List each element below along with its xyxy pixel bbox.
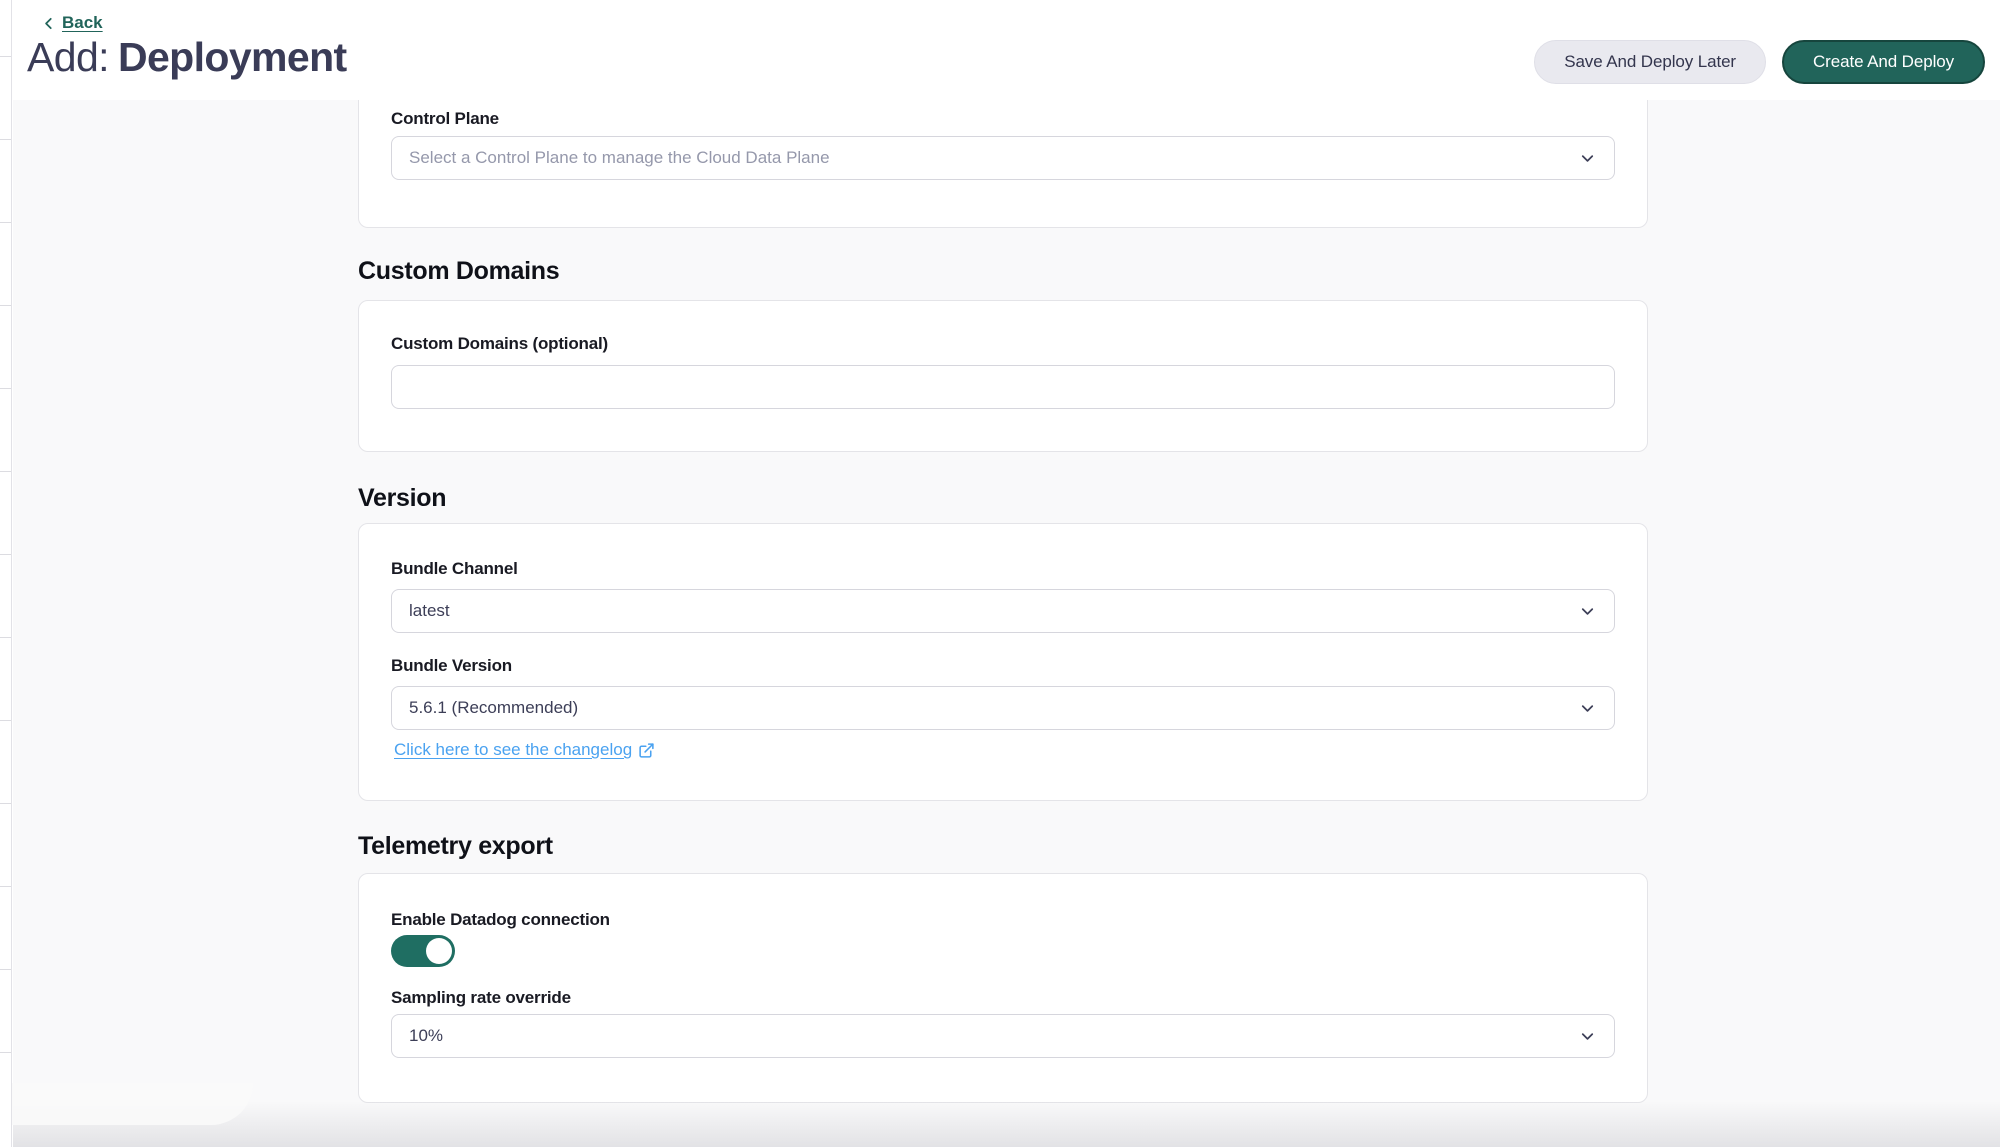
page-header: Back Add:Deployment Save And Deploy Late… — [13, 0, 2000, 100]
add-deployment-page: Back Add:Deployment Save And Deploy Late… — [0, 0, 2000, 1147]
chevron-down-icon — [1578, 699, 1597, 718]
custom-domains-card: Custom Domains (optional) — [358, 300, 1648, 452]
bundle-version-value: 5.6.1 (Recommended) — [409, 698, 578, 718]
chevron-down-icon — [1578, 602, 1597, 621]
control-plane-placeholder: Select a Control Plane to manage the Clo… — [409, 148, 830, 168]
form-column: Control Plane Select a Control Plane to … — [358, 100, 1648, 1103]
telemetry-section-heading: Telemetry export — [358, 831, 1648, 861]
changelog-link[interactable]: Click here to see the changelog — [394, 740, 655, 760]
chevron-left-icon — [42, 16, 56, 31]
collapsed-sidebar-strip — [0, 0, 12, 1147]
version-section-heading: Version — [358, 483, 1648, 513]
telemetry-card: Enable Datadog connection Sampling rate … — [358, 873, 1648, 1103]
external-link-icon — [638, 742, 655, 759]
sampling-rate-select[interactable]: 10% — [391, 1014, 1615, 1058]
header-actions: Save And Deploy Later Create And Deploy — [1534, 40, 1985, 84]
control-plane-select[interactable]: Select a Control Plane to manage the Clo… — [391, 136, 1615, 180]
back-link[interactable]: Back — [42, 13, 103, 33]
enable-datadog-label: Enable Datadog connection — [391, 910, 1615, 930]
custom-domains-label: Custom Domains (optional) — [391, 334, 1615, 354]
form-content-area: Control Plane Select a Control Plane to … — [13, 100, 2000, 1147]
custom-domains-input[interactable] — [391, 365, 1615, 409]
back-link-label: Back — [62, 13, 103, 33]
chevron-down-icon — [1578, 1027, 1597, 1046]
control-plane-label: Control Plane — [391, 109, 1615, 129]
bundle-version-label: Bundle Version — [391, 656, 1615, 676]
changelog-link-label: Click here to see the changelog — [394, 740, 632, 760]
custom-domains-section-heading: Custom Domains — [358, 256, 1648, 286]
sampling-rate-value: 10% — [409, 1026, 443, 1046]
bundle-channel-label: Bundle Channel — [391, 559, 1615, 579]
bundle-channel-select[interactable]: latest — [391, 589, 1615, 633]
save-and-deploy-later-button[interactable]: Save And Deploy Later — [1534, 40, 1766, 84]
chevron-down-icon — [1578, 149, 1597, 168]
control-plane-card: Control Plane Select a Control Plane to … — [358, 100, 1648, 228]
page-title-prefix: Add: — [27, 34, 109, 80]
page-title-object: Deployment — [118, 34, 347, 80]
bundle-version-select[interactable]: 5.6.1 (Recommended) — [391, 686, 1615, 730]
bundle-channel-value: latest — [409, 601, 450, 621]
create-and-deploy-button[interactable]: Create And Deploy — [1782, 40, 1985, 84]
enable-datadog-toggle[interactable] — [391, 935, 455, 967]
page-title: Add:Deployment — [27, 34, 347, 81]
sampling-rate-label: Sampling rate override — [391, 988, 1615, 1008]
version-card: Bundle Channel latest Bundle Version 5.6… — [358, 523, 1648, 801]
bottom-scroll-shadow — [13, 1101, 2000, 1147]
toggle-knob — [426, 938, 452, 964]
